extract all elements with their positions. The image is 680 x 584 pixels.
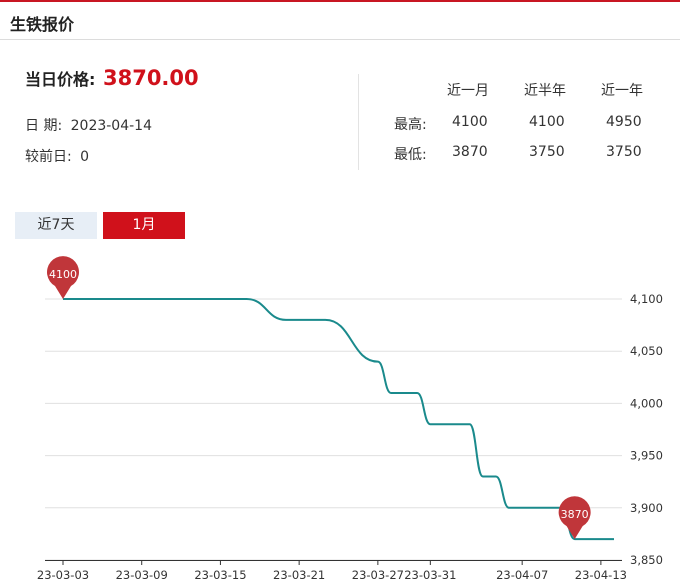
x-tick-label: 23-04-13 [575, 568, 627, 582]
y-tick-label: 3,950 [630, 449, 663, 463]
x-tick-label: 23-03-27 [352, 568, 404, 582]
x-tick-label: 23-03-31 [404, 568, 456, 582]
price-series-line [63, 297, 614, 541]
y-tick-label: 3,900 [630, 501, 663, 515]
y-tick-label: 4,000 [630, 396, 663, 410]
x-tick-label: 23-03-09 [116, 568, 168, 582]
x-tick-label: 23-03-15 [194, 568, 246, 582]
price-line-chart: 3,850 3,900 3,950 4,000 4,050 4,100 23-03-03 23… [37, 256, 663, 582]
x-tick-label: 23-03-21 [273, 568, 325, 582]
y-tick-label: 4,050 [630, 344, 663, 358]
y-tick-label: 3,850 [630, 553, 663, 567]
value-pin-label: 3870 [561, 508, 589, 521]
y-tick-label: 4,100 [630, 292, 663, 306]
x-tick-label: 23-03-03 [37, 568, 89, 582]
x-tick-label: 23-04-07 [496, 568, 548, 582]
value-pin-label: 4100 [49, 268, 77, 281]
